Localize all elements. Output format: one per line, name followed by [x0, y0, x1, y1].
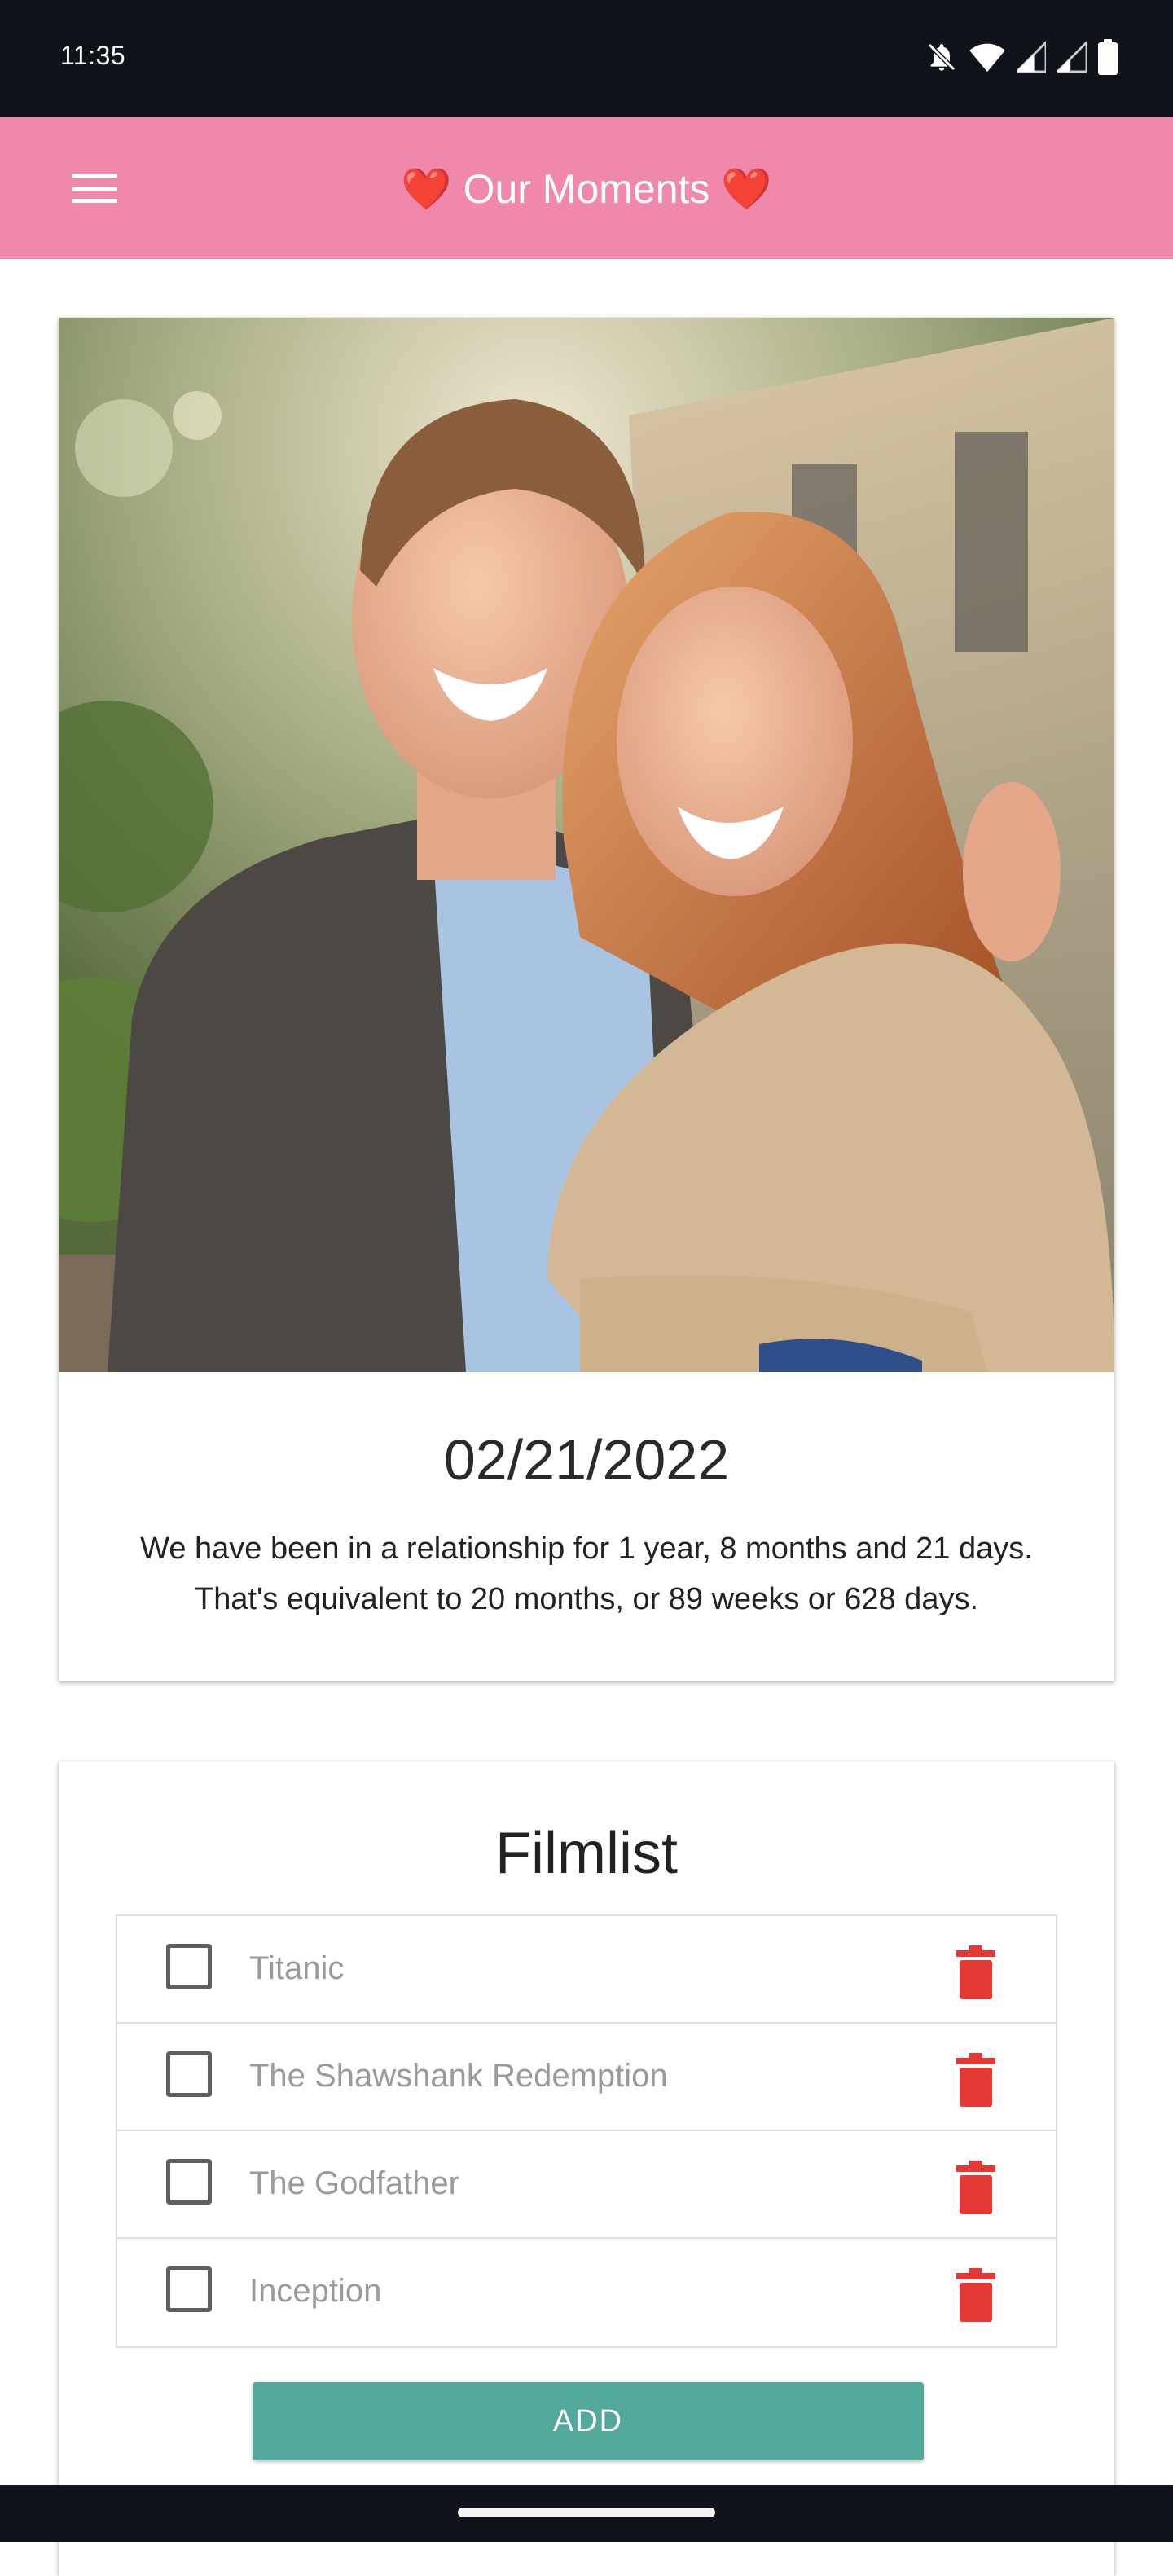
status-bar: 11:35	[0, 0, 1173, 117]
signal-icon	[1017, 41, 1046, 73]
signal-icon	[1057, 41, 1087, 73]
couple-photo	[59, 318, 1114, 1372]
film-title: Inception	[249, 2273, 382, 2309]
filmlist-title: Filmlist	[495, 1821, 678, 1886]
status-time: 11:35	[60, 41, 126, 70]
trash-icon[interactable]	[956, 2053, 995, 2107]
trash-icon[interactable]	[956, 2268, 995, 2322]
relationship-duration: We have been in a relationship for 1 yea…	[91, 1523, 1082, 1624]
status-icons	[925, 37, 1118, 77]
film-checkbox[interactable]	[166, 1944, 212, 1989]
battery-icon	[1098, 39, 1118, 75]
mute-icon	[925, 41, 958, 73]
moment-date: 02/21/2022	[443, 1428, 730, 1492]
film-checkbox[interactable]	[166, 2266, 212, 2312]
app-title-text: Our Moments	[463, 166, 710, 212]
film-list: Titanic The Shawshank Redemption The God…	[116, 1914, 1057, 2348]
relationship-line: We have been in a relationship for 1 yea…	[140, 1532, 1033, 1566]
film-list-item: The Godfather	[117, 2131, 1056, 2239]
film-list-item: Titanic	[117, 1916, 1056, 2024]
moment-card: 02/21/2022 We have been in a relationshi…	[59, 318, 1114, 1681]
film-checkbox[interactable]	[166, 2159, 212, 2205]
wifi-icon	[969, 41, 1005, 73]
film-list-item: Inception	[117, 2239, 1056, 2346]
film-checkbox[interactable]	[166, 2051, 212, 2097]
trash-icon[interactable]	[956, 1945, 995, 1999]
film-title: Titanic	[249, 1950, 345, 1986]
film-title: The Godfather	[249, 2165, 459, 2201]
relationship-line: That's equivalent to 20 months, or 89 we…	[194, 1582, 979, 1616]
navigation-bar	[0, 2485, 1173, 2542]
home-gesture-handle[interactable]	[458, 2508, 715, 2517]
add-film-button[interactable]: ADD	[253, 2382, 924, 2460]
heart-icon: ❤️	[401, 166, 452, 212]
film-list-item: The Shawshank Redemption	[117, 2024, 1056, 2131]
app-title: ❤️ Our Moments ❤️	[0, 163, 1173, 215]
filmlist-card: Filmlist Titanic The Shawshank Redemptio…	[59, 1761, 1114, 2576]
app-bar: ❤️ Our Moments ❤️	[0, 117, 1173, 259]
film-title: The Shawshank Redemption	[249, 2058, 668, 2094]
trash-icon[interactable]	[956, 2161, 995, 2214]
heart-icon: ❤️	[721, 166, 772, 212]
